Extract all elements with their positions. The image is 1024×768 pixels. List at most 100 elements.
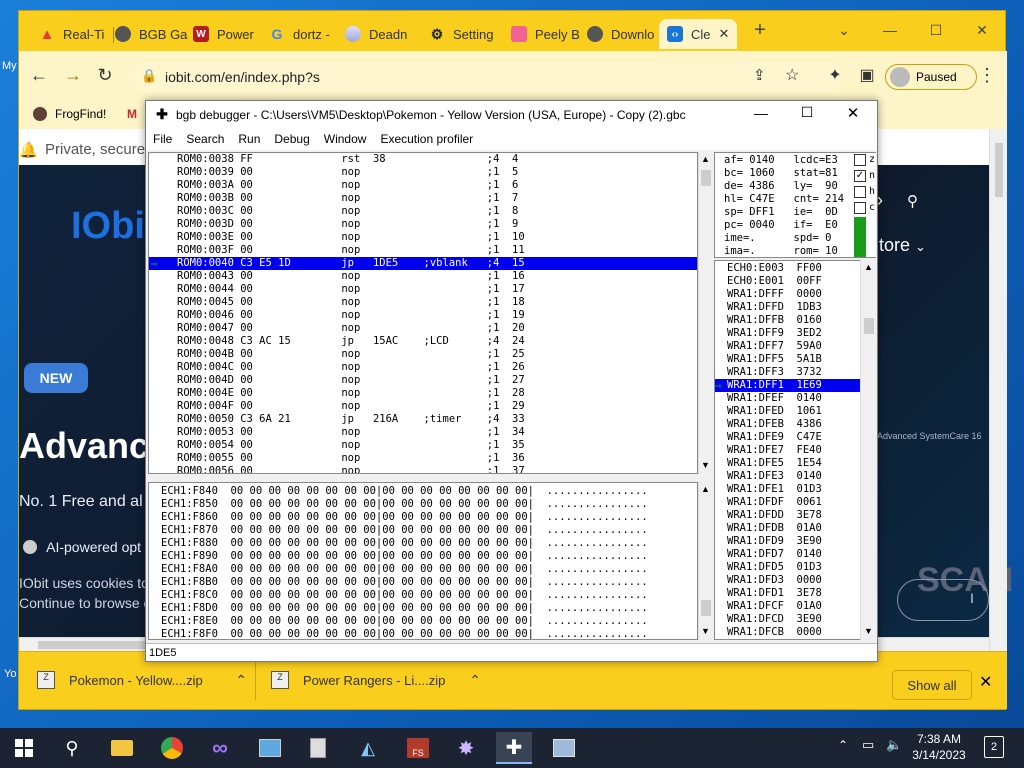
scrollbar-thumb[interactable] — [701, 600, 711, 616]
hex-row[interactable]: ECH1:F860 00 00 00 00 00 00 00 00|00 00 … — [149, 511, 697, 524]
disasm-row[interactable]: ROM0:004C 00 nop ;1 26 — [149, 361, 697, 374]
browser-tab[interactable]: Peely B — [503, 19, 583, 49]
stack-pane[interactable]: ECH0:E003 FF00 ECH0:E001 00FF WRA1:DFFF 00… — [714, 260, 876, 640]
fs-icon[interactable]: FS — [400, 732, 436, 764]
desktop-icon-label[interactable]: My — [2, 60, 17, 72]
stack-row[interactable]: WRA1:DFD7 0140 — [715, 548, 875, 561]
hex-row[interactable]: ECH1:F8E0 00 00 00 00 00 00 00 00|00 00 … — [149, 615, 697, 628]
affinity-icon[interactable]: ◭ — [350, 732, 386, 764]
stack-row[interactable]: WRA1:DFFD 1DB3 — [715, 301, 875, 314]
close-icon[interactable]: ✕ — [979, 672, 992, 692]
stack-row[interactable]: WRA1:DFCB 0000 — [715, 626, 875, 639]
stack-row[interactable]: WRA1:DFE7 FE40 — [715, 444, 875, 457]
hex-row[interactable]: ECH1:F8C0 00 00 00 00 00 00 00 00|00 00 … — [149, 589, 697, 602]
stack-row[interactable]: WRA1:DFDD 3E78 — [715, 509, 875, 522]
chevron-up-icon[interactable]: ⌃ — [838, 738, 848, 752]
browser-tab[interactable]: Deadn — [337, 19, 417, 49]
hex-row[interactable]: ECH1:F8D0 00 00 00 00 00 00 00 00|00 00 … — [149, 602, 697, 615]
flag-checkbox-n[interactable]: ✓ — [854, 170, 866, 182]
menu-debug[interactable]: Debug — [267, 132, 316, 146]
stack-row[interactable]: WRA1:DFD3 0000 — [715, 574, 875, 587]
disassembly-pane[interactable]: ROM0:0038 FF rst 38 ;4 4 ROM0:0039 00 nop… — [148, 152, 698, 474]
stack-row[interactable]: WRA1:DFF5 5A1B — [715, 353, 875, 366]
register-row[interactable]: de= 4386 ly= 90 — [715, 180, 875, 193]
stack-scrollbar[interactable]: ▲ ▼ — [860, 260, 876, 640]
stack-row[interactable]: WRA1:DFD5 01D3 — [715, 561, 875, 574]
browser-tab[interactable]: W Power — [185, 19, 265, 49]
browser-tab[interactable]: ▲ Real-Ti — [31, 19, 111, 49]
new-tab-button[interactable]: + — [745, 17, 775, 43]
chevron-up-icon[interactable]: ▲ — [864, 262, 873, 272]
browser-tab[interactable]: G dortz - — [261, 19, 341, 49]
register-row[interactable]: af= 0140 lcdc=E3 — [715, 154, 875, 167]
chevron-up-icon[interactable]: ▲ — [701, 484, 710, 494]
disasm-row[interactable]: ROM0:0043 00 nop ;1 16 — [149, 270, 697, 283]
stack-row[interactable]: WRA1:DFFB 0160 — [715, 314, 875, 327]
hex-row[interactable]: ECH1:F840 00 00 00 00 00 00 00 00|00 00 … — [149, 485, 697, 498]
menu-file[interactable]: File — [146, 132, 179, 146]
notification-icon[interactable]: 2 — [984, 736, 1004, 758]
hex-row[interactable]: ECH1:F870 00 00 00 00 00 00 00 00|00 00 … — [149, 524, 697, 537]
disasm-row[interactable]: ROM0:004F 00 nop ;1 29 — [149, 400, 697, 413]
chevron-down-icon[interactable]: ▼ — [701, 460, 710, 470]
register-row[interactable]: sp= DFF1 ie= 0D — [715, 206, 875, 219]
disasm-row[interactable]: ROM0:0045 00 nop ;1 18 — [149, 296, 697, 309]
bookmark-item[interactable]: FrogFind! — [55, 107, 106, 121]
file-explorer-icon[interactable] — [104, 732, 140, 764]
scrollbar-thumb[interactable] — [864, 318, 874, 334]
back-icon[interactable]: ← — [27, 63, 51, 87]
control-panel-icon[interactable] — [252, 732, 288, 764]
stack-row-current[interactable]: WRA1:DFF1 1E69 ⇨ — [715, 379, 875, 392]
minimize-button[interactable]: — — [867, 17, 913, 43]
reload-icon[interactable]: ↻ — [93, 63, 117, 87]
share-icon[interactable]: ⇪ — [753, 66, 766, 84]
profile-button[interactable]: Paused — [885, 64, 977, 90]
download-item[interactable]: Z Power Rangers - Li....zip ⌃ — [271, 662, 481, 698]
menu-icon[interactable]: ⋮ — [975, 63, 999, 87]
disasm-row[interactable]: ROM0:004B 00 nop ;1 25 — [149, 348, 697, 361]
stack-row[interactable]: WRA1:DFF7 59A0 — [715, 340, 875, 353]
stack-row[interactable]: WRA1:DFD1 3E78 — [715, 587, 875, 600]
chrome-icon[interactable] — [154, 732, 190, 764]
network-tool-icon[interactable] — [546, 732, 582, 764]
register-row[interactable]: hl= C47E cnt= 214 — [715, 193, 875, 206]
disasm-row[interactable]: ROM0:0054 00 nop ;1 35 — [149, 439, 697, 452]
maximize-button[interactable]: ☐ — [792, 104, 822, 121]
close-icon[interactable]: ✕ — [719, 26, 730, 42]
register-row[interactable]: bc= 1060 stat=81 — [715, 167, 875, 180]
flag-checkbox-h[interactable] — [854, 186, 866, 198]
browser-tab[interactable]: Downlo — [579, 19, 661, 49]
flag-checkbox-z[interactable] — [854, 154, 866, 166]
disasm-row[interactable]: ROM0:003E 00 nop ;1 10 — [149, 231, 697, 244]
show-all-button[interactable]: Show all — [892, 670, 972, 700]
star-icon[interactable]: ☆ — [785, 65, 799, 85]
iobit-logo[interactable]: IObi — [71, 205, 145, 248]
chevron-up-icon[interactable]: ▲ — [701, 154, 710, 164]
search-icon[interactable]: ⚲ — [54, 732, 90, 764]
hex-row[interactable]: ECH1:F8A0 00 00 00 00 00 00 00 00|00 00 … — [149, 563, 697, 576]
disasm-row[interactable]: ROM0:0053 00 nop ;1 34 — [149, 426, 697, 439]
menu-window[interactable]: Window — [317, 132, 374, 146]
chevron-down-icon[interactable]: ▼ — [701, 626, 710, 636]
stack-row[interactable]: WRA1:DFEB 4386 — [715, 418, 875, 431]
download-item[interactable]: Z Pokemon - Yellow....zip ⌃ — [37, 662, 247, 698]
disasm-row[interactable]: ROM0:003D 00 nop ;1 9 — [149, 218, 697, 231]
disasm-row[interactable]: ROM0:0038 FF rst 38 ;4 4 — [149, 153, 697, 166]
stack-row[interactable]: WRA1:DFED 1061 — [715, 405, 875, 418]
close-window-button[interactable]: ✕ — [959, 17, 1005, 43]
browser-tab-active[interactable]: ‹› Cle ✕ — [659, 19, 737, 49]
scrollbar-thumb[interactable] — [701, 170, 711, 186]
address-bar[interactable]: 🔒 iobit.com/en/index.php?s ⇪ ☆ — [129, 62, 841, 92]
hex-row[interactable]: ECH1:F850 00 00 00 00 00 00 00 00|00 00 … — [149, 498, 697, 511]
forward-icon[interactable]: → — [61, 63, 85, 87]
disasm-row[interactable]: ROM0:0039 00 nop ;1 5 — [149, 166, 697, 179]
memory-hex-pane[interactable]: ECH1:F840 00 00 00 00 00 00 00 00|00 00 … — [148, 482, 698, 640]
close-window-button[interactable]: ✕ — [838, 104, 868, 122]
menu-search[interactable]: Search — [179, 132, 231, 146]
maximize-button[interactable]: ☐ — [913, 17, 959, 43]
search-icon[interactable]: ⚲ — [907, 192, 918, 210]
browser-tab[interactable]: ⚙ Setting — [421, 19, 501, 49]
stack-row[interactable]: WRA1:DFE1 01D3 — [715, 483, 875, 496]
volume-icon[interactable]: 🔈 — [886, 737, 902, 753]
network-icon[interactable]: ▭ — [862, 737, 874, 753]
